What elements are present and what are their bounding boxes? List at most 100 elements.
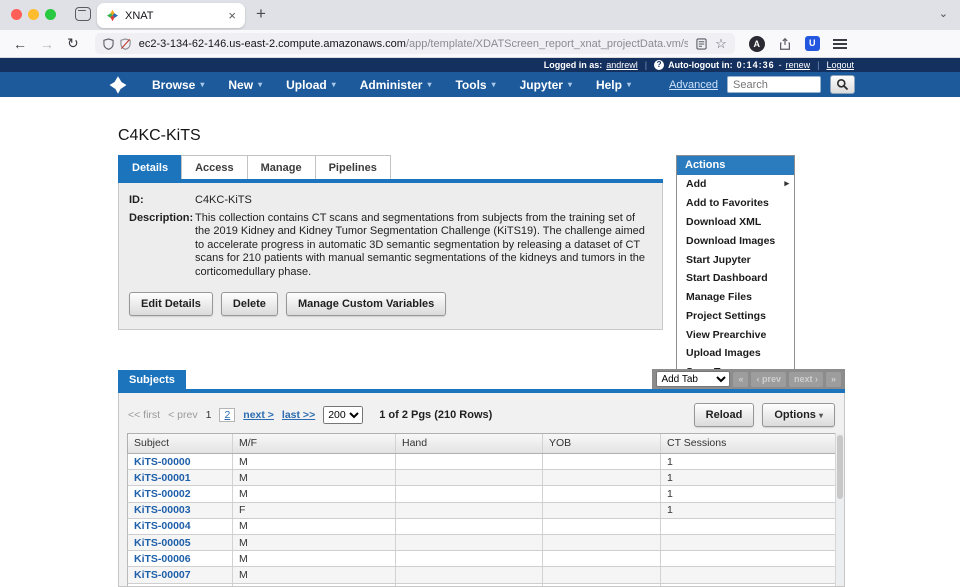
reload-button[interactable]: ↻	[67, 35, 79, 52]
page-prev-link[interactable]: < prev	[168, 409, 197, 421]
actions-menu-item[interactable]: Download XML	[677, 213, 794, 232]
col-subject[interactable]: Subject	[128, 434, 232, 453]
tab-pager-button[interactable]: ‹ prev	[751, 372, 786, 387]
subject-link[interactable]: KiTS-00000	[134, 456, 191, 468]
tracking-protection-shield-icon[interactable]	[120, 38, 131, 50]
logout-link[interactable]: Logout	[826, 60, 854, 70]
manage-custom-variables-button[interactable]: Manage Custom Variables	[286, 292, 446, 316]
firefox-view-icon[interactable]	[75, 7, 91, 21]
advanced-search-link[interactable]: Advanced	[669, 79, 718, 91]
search-input[interactable]	[727, 76, 821, 93]
tab-access[interactable]: Access	[181, 155, 248, 179]
page-first-link[interactable]: << first	[128, 409, 160, 421]
page-2-link[interactable]: 2	[219, 408, 235, 422]
subject-link[interactable]: KiTS-00006	[134, 553, 191, 565]
cell-ct	[660, 519, 838, 534]
help-question-icon[interactable]: ?	[654, 60, 664, 70]
page-last-link[interactable]: last >>	[282, 409, 315, 421]
extension-a-icon[interactable]: A	[749, 36, 765, 52]
renew-link[interactable]: renew	[786, 60, 811, 70]
col-ct-sessions[interactable]: CT Sessions	[660, 434, 838, 453]
forward-button[interactable]: →	[40, 36, 54, 52]
username-link[interactable]: andrewl	[606, 60, 638, 70]
col-hand[interactable]: Hand	[395, 434, 542, 453]
tab-manage[interactable]: Manage	[247, 155, 316, 179]
table-row: KiTS-00000 M 1	[127, 454, 837, 470]
subject-link[interactable]: KiTS-00002	[134, 488, 191, 500]
subject-link[interactable]: KiTS-00004	[134, 520, 191, 532]
back-button[interactable]: ←	[13, 36, 27, 52]
xnat-login-strip: Logged in as: andrewl | ? Auto-logout in…	[0, 58, 960, 72]
actions-menu-item[interactable]: Add ▸	[677, 175, 794, 194]
action-item-label: Start Dashboard	[686, 272, 768, 284]
cell-mf: M	[232, 567, 395, 582]
actions-menu-item[interactable]: Project Settings	[677, 306, 794, 325]
nav-item-browse[interactable]: Browse▾	[140, 78, 216, 92]
shield-permissions-icon[interactable]	[103, 38, 114, 50]
browser-tab[interactable]: XNAT ×	[97, 3, 245, 28]
add-tab-select[interactable]: Add Tab	[656, 371, 730, 387]
subjects-section: Subjects Add Tab «‹ prevnext ›» << first…	[118, 370, 845, 587]
cell-ct: 1	[660, 454, 838, 469]
edit-details-button[interactable]: Edit Details	[129, 292, 213, 316]
nav-item-new[interactable]: New▾	[216, 78, 274, 92]
tab-pipelines[interactable]: Pipelines	[315, 155, 391, 179]
close-window-button[interactable]	[11, 9, 22, 20]
menu-hamburger-icon[interactable]	[833, 39, 847, 49]
cell-mf: M	[232, 584, 395, 587]
page-next-link[interactable]: next >	[243, 409, 274, 421]
cell-yob	[542, 567, 660, 582]
actions-menu-item[interactable]: View Prearchive	[677, 325, 794, 344]
subject-link[interactable]: KiTS-00007	[134, 569, 191, 581]
scrollbar-thumb[interactable]	[837, 435, 843, 499]
cell-yob	[542, 551, 660, 566]
subject-link[interactable]: KiTS-00003	[134, 504, 191, 516]
minimize-window-button[interactable]	[28, 9, 39, 20]
nav-item-upload[interactable]: Upload▾	[274, 78, 348, 92]
tab-title: XNAT	[125, 10, 154, 22]
cell-mf: M	[232, 486, 395, 501]
actions-menu-item[interactable]: Download Images	[677, 231, 794, 250]
actions-menu-item[interactable]: Start Dashboard	[677, 269, 794, 288]
list-tabs-chevron-icon[interactable]: ⌄	[939, 7, 948, 20]
url-bar[interactable]: ec2-3-134-62-146.us-east-2.compute.amazo…	[95, 33, 735, 54]
nav-item-administer[interactable]: Administer▾	[348, 78, 444, 92]
page-size-select[interactable]: 200	[323, 406, 363, 424]
action-item-label: Add to Favorites	[686, 197, 769, 209]
nav-item-tools[interactable]: Tools▾	[443, 78, 507, 92]
tab-subjects[interactable]: Subjects	[118, 370, 186, 389]
new-tab-button[interactable]: +	[256, 4, 266, 24]
actions-menu-item[interactable]: Upload Images	[677, 344, 794, 363]
actions-menu-item[interactable]: Add to Favorites	[677, 194, 794, 213]
tab-pager-button[interactable]: »	[826, 372, 841, 387]
maximize-window-button[interactable]	[45, 9, 56, 20]
col-mf[interactable]: M/F	[232, 434, 395, 453]
table-scrollbar[interactable]	[835, 433, 844, 586]
bitwarden-shield-icon[interactable]: U	[805, 36, 820, 51]
description-label: Description:	[129, 212, 195, 280]
actions-menu-item[interactable]: Manage Files	[677, 288, 794, 307]
table-row: KiTS-00002 M 1	[127, 486, 837, 502]
reload-button[interactable]: Reload	[694, 403, 755, 427]
nav-item-jupyter[interactable]: Jupyter▾	[508, 78, 584, 92]
tab-details[interactable]: Details	[118, 155, 182, 179]
cell-hand	[395, 519, 542, 534]
search-button[interactable]	[830, 75, 855, 94]
actions-menu-header: Actions	[677, 156, 794, 175]
tab-pager-button[interactable]: «	[733, 372, 748, 387]
tab-pager: «‹ prevnext ›»	[733, 372, 841, 387]
reader-mode-icon[interactable]	[696, 38, 707, 50]
xnat-favicon	[106, 9, 119, 22]
nav-item-help[interactable]: Help▾	[584, 78, 643, 92]
xnat-logo-icon[interactable]	[108, 75, 128, 95]
col-yob[interactable]: YOB	[542, 434, 660, 453]
delete-button[interactable]: Delete	[221, 292, 278, 316]
subject-link[interactable]: KiTS-00005	[134, 537, 191, 549]
bookmark-star-icon[interactable]: ☆	[715, 37, 727, 50]
actions-menu-item[interactable]: Start Jupyter	[677, 250, 794, 269]
subject-link[interactable]: KiTS-00001	[134, 472, 191, 484]
share-icon[interactable]	[778, 37, 792, 51]
tab-pager-button[interactable]: next ›	[789, 372, 823, 387]
close-tab-icon[interactable]: ×	[228, 9, 236, 22]
options-button[interactable]: Options ▾	[762, 403, 835, 427]
